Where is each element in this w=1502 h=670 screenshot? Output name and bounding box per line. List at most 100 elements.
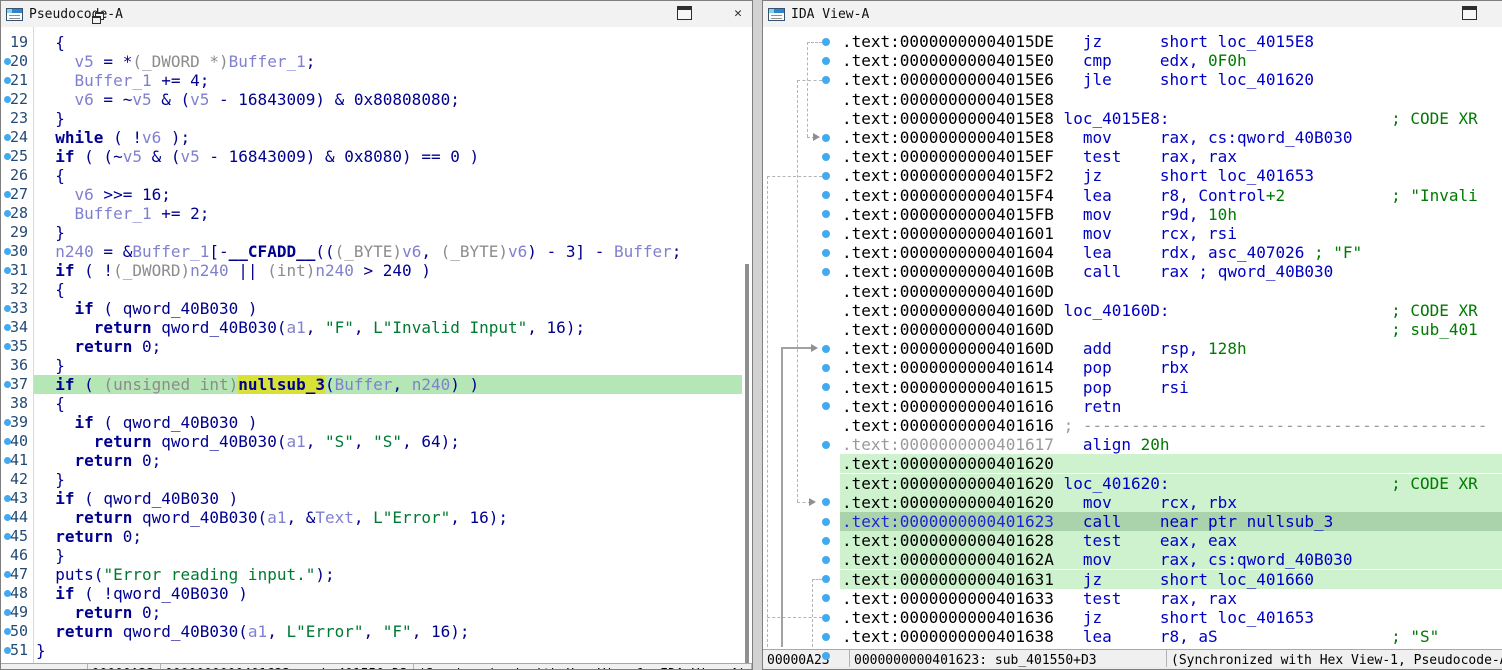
asm-row[interactable]: .text:0000000000401633 test rax, rax	[763, 589, 1502, 608]
asm-row[interactable]: .text:00000000004015DE jz short loc_4015…	[763, 32, 1502, 51]
pseudocode-text[interactable]: return qword_40B030(a1, "F", L"Invalid I…	[36, 318, 585, 337]
asm-row[interactable]: .text:000000000040160D ; sub_401	[763, 320, 1502, 339]
pseudocode-line[interactable]: 22 v6 = ~v5 & (v5 - 16843009) & 0x808080…	[1, 90, 752, 109]
instruction-dot[interactable]	[822, 76, 830, 84]
pseudocode-line[interactable]: 42 }	[1, 470, 752, 489]
asm-row[interactable]: .text:00000000004015E8 mov rax, cs:qword…	[763, 128, 1502, 147]
instruction-dot[interactable]	[822, 344, 830, 353]
pseudocode-text[interactable]: v6 = ~v5 & (v5 - 16843009) & 0x80808080;	[36, 90, 460, 109]
pseudocode-line[interactable]: 47 puts("Error reading input.");	[1, 565, 752, 584]
pseudocode-line[interactable]: 37 if ( (unsigned int)nullsub_3(Buffer, …	[1, 375, 752, 394]
instruction-dot[interactable]	[822, 268, 830, 276]
instruction-dot[interactable]	[822, 613, 830, 622]
pseudocode-line[interactable]: 45 return 0;	[1, 527, 752, 546]
pseudocode-text[interactable]: {	[36, 280, 65, 299]
pseudocode-line[interactable]: 43 if ( qword_40B030 )	[1, 489, 752, 508]
asm-row[interactable]: .text:0000000000401615 pop rsi	[763, 378, 1502, 397]
asm-row[interactable]: .text:0000000000401631 jz short loc_4016…	[763, 570, 1502, 589]
asm-row[interactable]: .text:0000000000401638 lea r8, aS ; "S"	[763, 627, 1502, 646]
pseudocode-text[interactable]: }	[36, 109, 65, 128]
pseudocode-line[interactable]: 39 if ( qword_40B030 )	[1, 413, 752, 432]
asm-row[interactable]: .text:0000000000401601 mov rcx, rsi	[763, 224, 1502, 243]
pseudocode-text[interactable]: v6 >>= 16;	[36, 185, 171, 204]
pseudocode-text[interactable]: n240 = &Buffer_1[-__CFADD__(((_BYTE)v6, …	[36, 242, 681, 261]
pseudocode-line[interactable]: 30 n240 = &Buffer_1[-__CFADD__(((_BYTE)v…	[1, 242, 752, 261]
pseudocode-text[interactable]: if ( (~v5 & (v5 - 16843009) & 0x8080) ==…	[36, 147, 479, 166]
asm-row[interactable]: .text:000000000040160D loc_40160D: ; COD…	[763, 301, 1502, 320]
pseudocode-text[interactable]: Buffer_1 += 4;	[36, 71, 210, 90]
asm-row[interactable]: .text:00000000004015E8 loc_4015E8: ; COD…	[763, 109, 1502, 128]
asm-row[interactable]: .text:000000000040160B call rax ; qword_…	[763, 262, 1502, 281]
pseudocode-text[interactable]: return 0;	[36, 603, 162, 622]
pseudocode-text[interactable]: return 0;	[36, 337, 162, 356]
instruction-dot[interactable]	[822, 440, 830, 449]
asm-row[interactable]: .text:0000000000401616 ; ---------------…	[763, 416, 1502, 435]
pseudocode-line[interactable]: 48 if ( !qword_40B030 )	[1, 584, 752, 603]
pseudocode-text[interactable]: puts("Error reading input.");	[36, 565, 334, 584]
pseudocode-titlebar[interactable]: Pseudocode-A ✕	[1, 1, 752, 28]
pseudocode-line[interactable]: 46 }	[1, 546, 752, 565]
pseudocode-text[interactable]: }	[36, 356, 65, 375]
asm-row[interactable]: .text:0000000000401623 call near ptr nul…	[763, 512, 1502, 531]
instruction-dot[interactable]	[822, 556, 830, 564]
pseudocode-line[interactable]: 38 {	[1, 394, 752, 413]
pseudocode-line[interactable]: 34 return qword_40B030(a1, "F", L"Invali…	[1, 318, 752, 337]
pseudocode-line[interactable]: 28 Buffer_1 += 2;	[1, 204, 752, 223]
instruction-dot[interactable]	[822, 536, 830, 545]
pseudocode-text[interactable]: }	[36, 641, 46, 660]
asm-row[interactable]: .text:0000000000401628 test eax, eax	[763, 531, 1502, 550]
pseudocode-content[interactable]: 19 {20 v5 = *(_DWORD *)Buffer_1; 21 Buffe…	[1, 27, 752, 669]
instruction-dot[interactable]	[822, 652, 830, 660]
pseudocode-line[interactable]: 21 Buffer_1 += 4;	[1, 71, 752, 90]
instruction-dot[interactable]	[822, 248, 830, 257]
pseudocode-line[interactable]: 32 {	[1, 280, 752, 299]
pseudocode-text[interactable]: {	[36, 166, 65, 185]
pseudocode-line[interactable]: 51}	[1, 641, 752, 660]
asm-row[interactable]: .text:0000000000401604 lea rdx, asc_4070…	[763, 243, 1502, 262]
asm-row[interactable]: .text:00000000004015F2 jz short loc_4016…	[763, 166, 1502, 185]
pseudocode-line[interactable]: 25 if ( (~v5 & (v5 - 16843009) & 0x8080)…	[1, 147, 752, 166]
ida-view-content[interactable]: .text:00000000004015DE jz short loc_4015…	[763, 27, 1502, 669]
instruction-dot[interactable]	[822, 56, 830, 65]
pseudocode-line[interactable]: 26 {	[1, 166, 752, 185]
asm-row[interactable]: .text:00000000004015EF test rax, rax	[763, 147, 1502, 166]
pseudocode-line[interactable]: 49 return 0;	[1, 603, 752, 622]
asm-row[interactable]: .text:00000000004015F4 lea r8, Control+2…	[763, 186, 1502, 205]
pseudocode-text[interactable]: return qword_40B030(a1, "S", "S", 64);	[36, 432, 460, 451]
maximize-button[interactable]	[1462, 6, 1477, 20]
pseudocode-line[interactable]: 33 if ( qword_40B030 )	[1, 299, 752, 318]
restore-button[interactable]	[91, 11, 107, 27]
vertical-scrollbar[interactable]	[745, 264, 749, 667]
close-button[interactable]: ✕	[730, 6, 746, 21]
pseudocode-text[interactable]: }	[36, 546, 65, 565]
pseudocode-line[interactable]: 50 return qword_40B030(a1, L"Error", "F"…	[1, 622, 752, 641]
asm-row[interactable]: .text:00000000004015E8	[763, 90, 1502, 109]
pseudocode-text[interactable]: Buffer_1 += 2;	[36, 204, 210, 223]
asm-row[interactable]: .text:0000000000401614 pop rbx	[763, 358, 1502, 377]
pseudocode-text[interactable]: if ( !qword_40B030 )	[36, 584, 248, 603]
ida-view-titlebar[interactable]: IDA View-A	[763, 1, 1502, 28]
asm-row[interactable]: .text:000000000040160D add rsp, 128h	[763, 339, 1502, 358]
pseudocode-text[interactable]: if ( qword_40B030 )	[36, 489, 238, 508]
pseudocode-line[interactable]: 24 while ( !v6 );	[1, 128, 752, 147]
pseudocode-line[interactable]: 19 {	[1, 33, 752, 52]
pseudocode-line[interactable]: 23 }	[1, 109, 752, 128]
pseudocode-text[interactable]: if ( (unsigned int)nullsub_3(Buffer, n24…	[36, 375, 479, 394]
pseudocode-line[interactable]: 27 v6 >>= 16;	[1, 185, 752, 204]
pseudocode-line[interactable]: 20 v5 = *(_DWORD *)Buffer_1;	[1, 52, 752, 71]
pseudocode-text[interactable]: }	[36, 223, 65, 242]
asm-row[interactable]: .text:00000000004015E0 cmp edx, 0F0h	[763, 51, 1502, 70]
pseudocode-text[interactable]: if ( qword_40B030 )	[36, 299, 258, 318]
pseudocode-text[interactable]: if ( qword_40B030 )	[36, 413, 258, 432]
pseudocode-line[interactable]: 40 return qword_40B030(a1, "S", "S", 64)…	[1, 432, 752, 451]
pseudocode-text[interactable]: return 0;	[36, 451, 162, 470]
instruction-dot[interactable]	[822, 229, 830, 238]
asm-row[interactable]: .text:00000000004015FB mov r9d, 10h	[763, 205, 1502, 224]
pseudocode-text[interactable]: if ( !(_DWORD)n240 || (int)n240 > 240 )	[36, 261, 431, 280]
pseudocode-text[interactable]: return qword_40B030(a1, L"Error", "F", 1…	[36, 622, 469, 641]
pseudocode-line[interactable]: 44 return qword_40B030(a1, &Text, L"Erro…	[1, 508, 752, 527]
instruction-dot[interactable]	[822, 172, 830, 180]
pseudocode-text[interactable]: v5 = *(_DWORD *)Buffer_1;	[36, 52, 316, 71]
asm-row[interactable]: .text:0000000000401620 loc_401620: ; COD…	[763, 474, 1502, 493]
pseudocode-text[interactable]: return qword_40B030(a1, &Text, L"Error",…	[36, 508, 508, 527]
